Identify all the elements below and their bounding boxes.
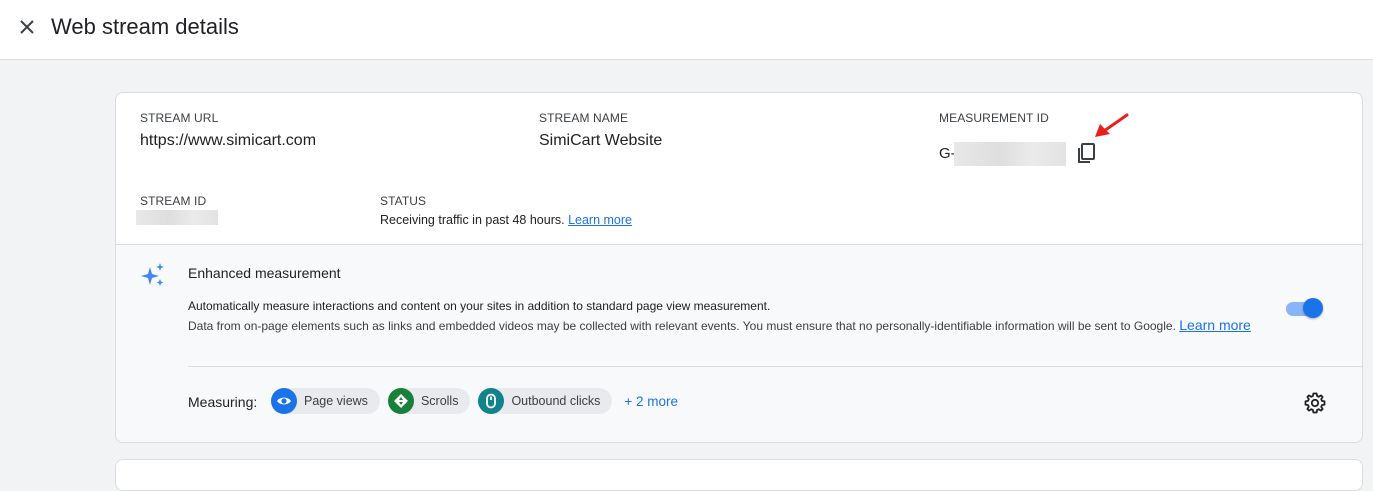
mouse-icon	[478, 388, 505, 414]
stream-id-redacted	[136, 210, 218, 225]
stream-url-value: https://www.simicart.com	[140, 132, 317, 149]
stream-name-label: STREAM NAME	[539, 111, 629, 125]
close-icon	[20, 20, 34, 34]
settings-button[interactable]	[1303, 391, 1327, 415]
header-bar: Web stream details	[0, 0, 1373, 60]
eye-icon	[271, 388, 297, 414]
enhanced-measurement-title: Enhanced measurement	[188, 265, 341, 281]
chip-outbound-clicks[interactable]: Outbound clicks	[478, 388, 613, 414]
status-learn-more-link[interactable]: Learn more	[568, 213, 632, 227]
stream-url-label: STREAM URL	[140, 111, 219, 125]
learn-more-link[interactable]: Learn more	[1179, 317, 1251, 333]
annotation-arrow-icon	[1095, 113, 1129, 137]
chip-scrolls[interactable]: Scrolls	[387, 388, 471, 414]
chip-page-views[interactable]: Page views	[271, 388, 380, 414]
measuring-label: Measuring:	[188, 394, 258, 410]
description-line-2-text: Data from on-page elements such as links…	[188, 319, 1176, 333]
copy-icon	[1078, 143, 1095, 163]
toggle-knob	[1303, 298, 1323, 318]
copy-measurement-id-button[interactable]	[1074, 141, 1098, 165]
enhanced-measurement-toggle[interactable]	[1286, 297, 1324, 319]
chip-label: Page views	[304, 394, 368, 408]
section-divider	[188, 366, 1362, 367]
measurement-id-redacted	[954, 142, 1066, 166]
description-line-2: Data from on-page elements such as links…	[188, 316, 1268, 336]
stream-id-label: STREAM ID	[140, 194, 207, 208]
status-text: Receiving traffic in past 48 hours. Lear…	[380, 212, 632, 228]
gear-icon	[1304, 392, 1326, 414]
stream-name-value: SimiCart Website	[539, 132, 663, 149]
next-card	[115, 459, 1363, 491]
close-button[interactable]	[14, 14, 40, 40]
measurement-id-label: MEASUREMENT ID	[939, 111, 1049, 125]
enhanced-measurement-section: Enhanced measurement Automatically measu…	[116, 244, 1362, 442]
chip-label: Outbound clicks	[511, 394, 601, 408]
stream-details-card: STREAM URL https://www.simicart.com STRE…	[115, 92, 1363, 443]
measuring-chips: Page views Scrolls Outbound clicks + 2 m…	[271, 388, 678, 414]
more-measurements-link[interactable]: + 2 more	[624, 394, 678, 409]
status-label: STATUS	[380, 194, 427, 208]
compass-icon	[387, 388, 414, 414]
sparkle-icon	[141, 263, 164, 286]
description-line-1: Automatically measure interactions and c…	[188, 299, 771, 313]
status-message: Receiving traffic in past 48 hours.	[380, 213, 565, 227]
chip-label: Scrolls	[420, 394, 459, 408]
enhanced-measurement-description: Automatically measure interactions and c…	[188, 297, 1268, 336]
page-title: Web stream details	[51, 14, 239, 39]
